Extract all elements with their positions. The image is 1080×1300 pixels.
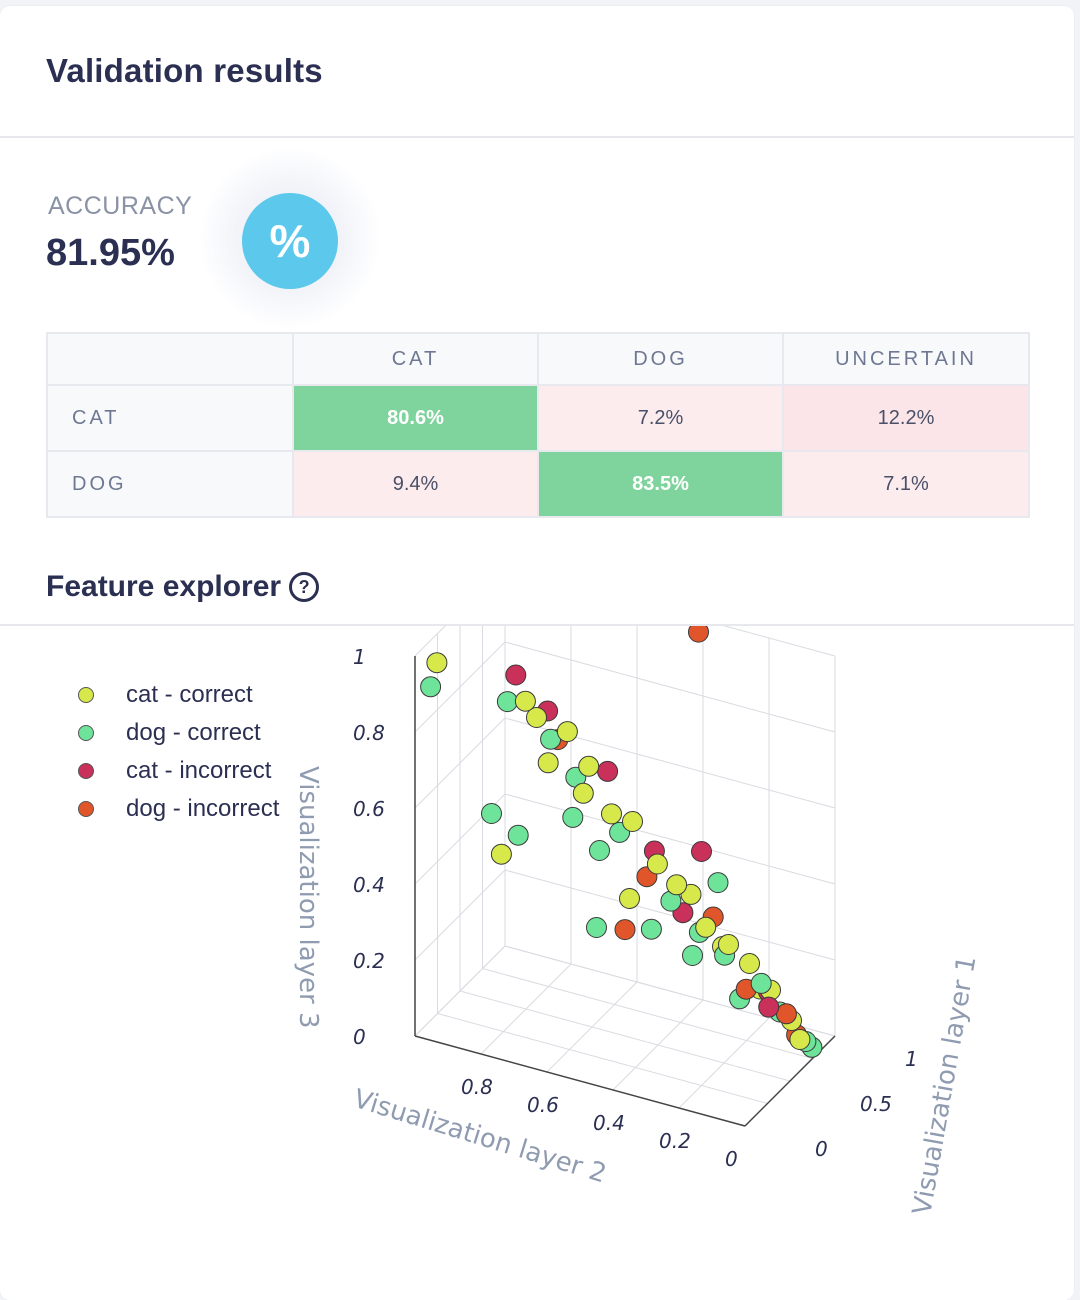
scatter-point[interactable] — [586, 917, 607, 938]
scatter-point[interactable] — [481, 803, 502, 824]
matrix-col-uncertain: UNCERTAIN — [782, 332, 1030, 386]
scatter-point[interactable] — [750, 972, 772, 994]
plot-legend: cat - correct dog - correct cat - incorr… — [78, 676, 279, 828]
card-header: Validation results — [0, 6, 1074, 138]
tick-label-z: 1 — [353, 645, 366, 669]
percent-icon: % — [242, 193, 338, 289]
scatter-point[interactable] — [739, 953, 760, 974]
matrix-row-dog: DOG 9.4% 83.5% 7.1% — [46, 450, 1030, 518]
scatter-point[interactable] — [775, 1003, 797, 1025]
scatter-point[interactable] — [622, 811, 643, 832]
scatter-point[interactable] — [601, 803, 622, 825]
scatter-point[interactable] — [691, 841, 712, 862]
matrix-cell: 9.4% — [292, 450, 539, 518]
legend-marker — [78, 687, 94, 703]
tick-label-y: 0.2 — [659, 1129, 691, 1153]
feature-explorer-title: Feature explorer ? — [46, 570, 320, 604]
scatter-point[interactable] — [496, 691, 518, 713]
legend-marker — [78, 763, 94, 779]
scatter-point[interactable] — [646, 853, 668, 875]
legend-label: dog - correct — [126, 719, 261, 746]
tick-label-y: 0 — [725, 1147, 738, 1171]
scatter-point[interactable] — [682, 945, 703, 966]
scatter-point[interactable] — [537, 752, 559, 774]
grid-line — [723, 626, 836, 657]
matrix-cell: 12.2% — [782, 384, 1030, 452]
legend-marker — [78, 801, 94, 817]
validation-card: Validation results ACCURACY 81.95% % CAT… — [0, 6, 1074, 1300]
scatter-point[interactable] — [505, 664, 527, 686]
scatter-point[interactable] — [426, 652, 448, 674]
scatter-point[interactable] — [707, 872, 729, 894]
plot-grid — [414, 626, 836, 1127]
tick-label-y: 0.6 — [527, 1093, 559, 1117]
tick-label-y: 0.4 — [593, 1111, 625, 1135]
scatter-point[interactable] — [578, 755, 600, 777]
tick-label-x: 0 — [815, 1137, 828, 1161]
axis-title-y: Visualization layer 2 — [350, 1084, 610, 1189]
matrix-col-cat: CAT — [292, 332, 539, 386]
legend-label: cat - incorrect — [126, 757, 272, 784]
matrix-cell: 7.1% — [782, 450, 1030, 518]
tick-label-z: 0.2 — [353, 949, 385, 973]
legend-label: dog - incorrect — [126, 795, 280, 822]
scatter-point[interactable] — [572, 782, 594, 804]
accuracy-label: ACCURACY — [48, 192, 193, 220]
scatter-point[interactable] — [695, 916, 717, 938]
scatter-point[interactable] — [718, 934, 739, 955]
scatter-point[interactable] — [688, 626, 709, 643]
question-circle-icon[interactable]: ? — [289, 572, 320, 602]
page-title: Validation results — [46, 52, 323, 89]
matrix-header-row: CAT DOG UNCERTAIN — [46, 332, 1030, 386]
legend-label: cat - correct — [126, 681, 253, 708]
tick-label-y: 0.8 — [461, 1075, 493, 1099]
scatter-point[interactable] — [490, 843, 512, 865]
tick-label-z: 0.8 — [353, 721, 385, 745]
matrix-cell: 83.5% — [537, 450, 784, 518]
axis-title-x: Visualization layer 1 — [907, 953, 982, 1217]
matrix-cell: 7.2% — [537, 384, 784, 452]
confusion-matrix: CAT DOG UNCERTAIN CAT 80.6% 7.2% 12.2% D… — [46, 332, 1030, 518]
scatter-point[interactable] — [589, 840, 610, 861]
tick-label-x: 0.5 — [860, 1092, 892, 1116]
scatter-point[interactable] — [619, 888, 640, 909]
tick-label-z: 0.6 — [353, 797, 385, 821]
scatter-point[interactable] — [597, 760, 619, 782]
legend-marker — [78, 725, 94, 741]
matrix-corner — [46, 332, 294, 386]
scatter-point[interactable] — [507, 824, 529, 846]
tick-label-z: 0.4 — [353, 873, 385, 897]
scatter-point[interactable] — [640, 918, 662, 940]
matrix-row-cat: CAT 80.6% 7.2% 12.2% — [46, 384, 1030, 452]
legend-item[interactable]: dog - correct — [78, 714, 279, 752]
feature-explorer-label: Feature explorer — [46, 570, 282, 603]
accuracy-value: 81.95% — [46, 232, 175, 274]
matrix-cell: 80.6% — [292, 384, 539, 452]
legend-item[interactable]: dog - incorrect — [78, 790, 279, 828]
tick-label-x: 1 — [905, 1047, 918, 1071]
scatter-point[interactable] — [789, 1029, 811, 1050]
tick-label-z: 0 — [353, 1025, 366, 1049]
legend-item[interactable]: cat - incorrect — [78, 752, 279, 790]
scatter-point[interactable] — [562, 806, 584, 828]
matrix-row-label: CAT — [46, 384, 294, 452]
plot-points — [420, 626, 823, 1058]
matrix-row-label: DOG — [46, 450, 294, 518]
scatter-point[interactable] — [556, 721, 578, 743]
scatter-point[interactable] — [758, 996, 780, 1018]
scatter-point[interactable] — [514, 690, 536, 712]
legend-item[interactable]: cat - correct — [78, 676, 279, 714]
matrix-col-dog: DOG — [537, 332, 784, 386]
scatter-point[interactable] — [666, 874, 688, 896]
scatter-point[interactable] — [420, 676, 442, 698]
scatter-point[interactable] — [614, 919, 636, 941]
grid-line — [504, 793, 836, 885]
axis-title-z: Visualization layer 3 — [293, 766, 323, 1029]
